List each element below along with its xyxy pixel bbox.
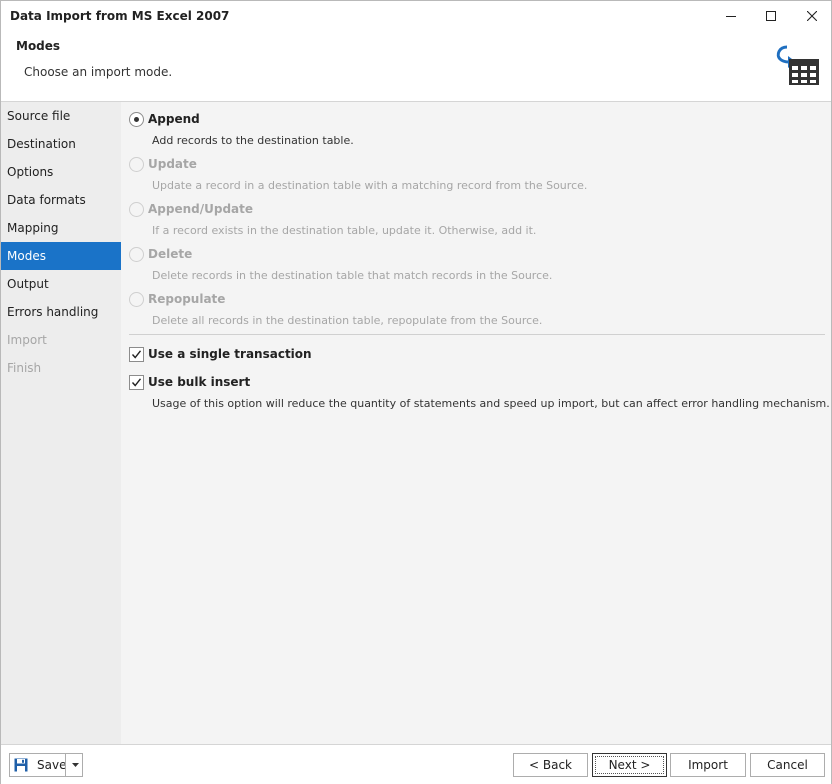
page-title: Modes — [16, 39, 61, 53]
import-button[interactable]: Import — [670, 753, 746, 777]
next-button[interactable]: Next > — [592, 753, 667, 777]
single-transaction-label[interactable]: Use a single transaction — [148, 347, 312, 361]
minimize-icon — [726, 16, 736, 17]
bulk-insert-description: Usage of this option will reduce the qua… — [152, 397, 830, 410]
sidebar-item-destination[interactable]: Destination — [1, 130, 121, 158]
sidebar-item-options[interactable]: Options — [1, 158, 121, 186]
wizard-sidebar: Source file Destination Options Data for… — [1, 102, 121, 744]
close-icon — [807, 11, 817, 21]
sidebar-item-errors-handling[interactable]: Errors handling — [1, 298, 121, 326]
save-label: Save — [37, 758, 67, 772]
repopulate-label: Repopulate — [148, 292, 226, 306]
bulk-insert-checkbox[interactable] — [129, 375, 144, 390]
delete-description: Delete records in the destination table … — [152, 269, 553, 282]
save-split-divider — [65, 754, 66, 776]
title-bar: Data Import from MS Excel 2007 — [1, 1, 831, 31]
bulk-insert-label[interactable]: Use bulk insert — [148, 375, 250, 389]
save-dropdown-button[interactable] — [68, 754, 82, 776]
chevron-down-icon — [71, 763, 79, 767]
repopulate-description: Delete all records in the destination ta… — [152, 314, 543, 327]
append-update-label: Append/Update — [148, 202, 254, 216]
sidebar-item-modes[interactable]: Modes — [1, 242, 121, 270]
page-subtitle: Choose an import mode. — [24, 65, 173, 79]
sidebar-item-finish: Finish — [7, 361, 42, 375]
append-update-radio — [129, 202, 144, 217]
maximize-button[interactable] — [750, 1, 792, 31]
single-transaction-checkbox[interactable] — [129, 347, 144, 362]
import-wizard-window: Data Import from MS Excel 2007 Modes Cho… — [0, 0, 832, 784]
window-title: Data Import from MS Excel 2007 — [10, 9, 230, 23]
sidebar-item-source-file[interactable]: Source file — [1, 102, 121, 130]
wizard-footer: Save < Back Next > Import Cancel — [1, 744, 831, 784]
sidebar-item-import: Import — [7, 333, 47, 347]
modes-panel: Append Add records to the destination ta… — [121, 102, 831, 744]
maximize-icon — [766, 11, 776, 21]
delete-label: Delete — [148, 247, 193, 261]
options-divider — [129, 334, 825, 335]
back-button[interactable]: < Back — [513, 753, 588, 777]
update-description: Update a record in a destination table w… — [152, 179, 588, 192]
append-description: Add records to the destination table. — [152, 134, 354, 147]
wizard-header: Modes Choose an import mode. — [1, 31, 831, 101]
checkmark-icon — [131, 378, 142, 387]
close-button[interactable] — [791, 1, 832, 31]
checkmark-icon — [131, 350, 142, 359]
update-radio — [129, 157, 144, 172]
sidebar-item-output[interactable]: Output — [1, 270, 121, 298]
minimize-button[interactable] — [710, 1, 752, 31]
append-label[interactable]: Append — [148, 112, 200, 126]
sidebar-item-mapping[interactable]: Mapping — [1, 214, 121, 242]
update-label: Update — [148, 157, 197, 171]
import-table-icon — [776, 45, 819, 85]
save-button[interactable]: Save — [9, 753, 83, 777]
append-update-description: If a record exists in the destination ta… — [152, 224, 537, 237]
sidebar-item-data-formats[interactable]: Data formats — [1, 186, 121, 214]
repopulate-radio — [129, 292, 144, 307]
cancel-button[interactable]: Cancel — [750, 753, 825, 777]
delete-radio — [129, 247, 144, 262]
append-radio[interactable] — [129, 112, 144, 127]
save-icon — [14, 758, 28, 772]
